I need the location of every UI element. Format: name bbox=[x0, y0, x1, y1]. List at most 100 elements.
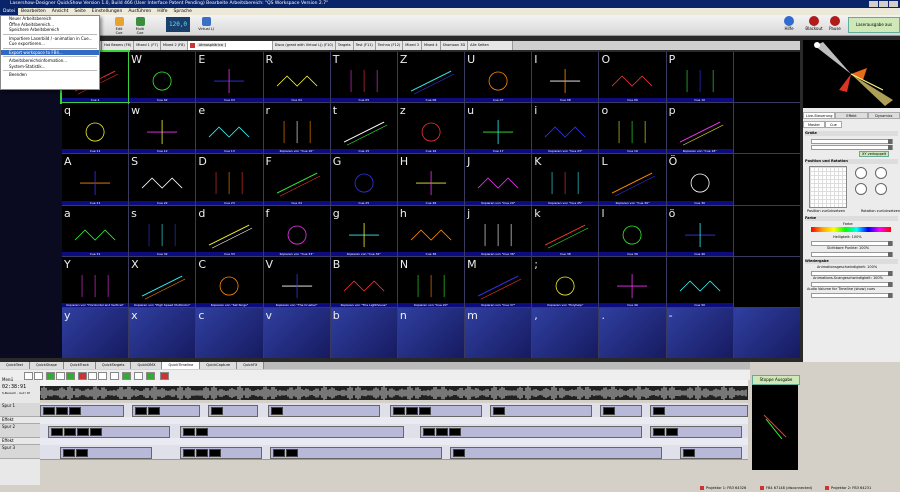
file-menu-item-2[interactable]: Speichere Arbeitsbereich bbox=[1, 27, 99, 33]
tab-effect[interactable]: Effekt bbox=[835, 112, 868, 119]
cue-cell[interactable]: f Kopieren von "Cue 33" bbox=[263, 205, 330, 256]
cue-cell[interactable]: j Kopieren von "Cue 36" bbox=[465, 205, 532, 256]
timeline-clip[interactable] bbox=[390, 405, 482, 417]
laser-output-button[interactable]: Laserausgabe aus bbox=[848, 17, 900, 33]
cue-cell[interactable]: H Cue 26 bbox=[397, 154, 465, 205]
cue-cell[interactable] bbox=[733, 154, 800, 205]
bottom-tab-6[interactable]: QuickCapture bbox=[200, 362, 238, 369]
bottom-tab-0[interactable]: QuickText bbox=[0, 362, 30, 369]
tab-page-9[interactable]: Mixed 3 bbox=[403, 41, 422, 50]
rotation-x-knob[interactable] bbox=[855, 167, 867, 179]
cue-cell[interactable] bbox=[733, 256, 800, 307]
timeline-clip[interactable] bbox=[40, 405, 124, 417]
size-x-slider[interactable] bbox=[811, 139, 893, 144]
cursor-icon[interactable] bbox=[34, 372, 43, 380]
settings-icon[interactable] bbox=[134, 372, 143, 380]
rotation-z-knob[interactable] bbox=[855, 183, 867, 195]
tab-page-11[interactable]: Shomoon 3D bbox=[440, 41, 469, 50]
cue-cell[interactable]: U Cue 07 bbox=[465, 52, 532, 103]
cue-cell[interactable]: k Cue 38 bbox=[532, 205, 599, 256]
cue-cell[interactable]: V Kopieren von "The Crusher" bbox=[263, 256, 330, 307]
cue-cell[interactable]: D Cue 23 bbox=[196, 154, 263, 205]
file-menu-item-4[interactable]: Cue exportieren... bbox=[1, 41, 99, 47]
cue-cell[interactable]: g Kopieren von "Cue 32" bbox=[330, 205, 397, 256]
cue-cell[interactable]: h Cue 36 bbox=[397, 205, 465, 256]
timeline-clip[interactable] bbox=[180, 426, 404, 438]
cue-cell[interactable]: K Kopieren von "Cue 25" bbox=[532, 154, 599, 205]
bottom-tab-4[interactable]: QuickDMX bbox=[131, 362, 163, 369]
menu-item-0[interactable]: Datei bbox=[0, 8, 19, 15]
forward-icon[interactable] bbox=[66, 372, 75, 380]
tab-atmospherica[interactable]: Atmosphärica bbox=[187, 41, 273, 50]
timeline-clip[interactable] bbox=[180, 447, 262, 459]
timeline-clip[interactable] bbox=[650, 405, 748, 417]
cue-cell[interactable]: J Kopieren von "Cue 29" bbox=[465, 154, 532, 205]
tab-master[interactable]: Master bbox=[803, 121, 825, 128]
cue-cell[interactable]: o Cue 19 bbox=[599, 103, 666, 154]
cue-cell[interactable]: x bbox=[129, 307, 196, 358]
cue-cell[interactable]: S Cue 22 bbox=[129, 154, 196, 205]
cue-cell[interactable]: w Cue 12 bbox=[129, 103, 196, 154]
file-menu-item-8[interactable]: Beenden bbox=[1, 72, 99, 78]
snap-icon[interactable] bbox=[110, 372, 119, 380]
cue-cell[interactable]: M Kopieren von "Cue 37" bbox=[465, 256, 532, 307]
cue-cell[interactable]: b bbox=[330, 307, 397, 358]
bpm-display[interactable]: 120,0 bbox=[166, 17, 190, 32]
loop-icon[interactable] bbox=[98, 372, 107, 380]
timeline-clip[interactable] bbox=[48, 426, 170, 438]
cue-cell[interactable] bbox=[733, 52, 800, 103]
color-gradient-bar[interactable] bbox=[811, 227, 891, 232]
cue-cell[interactable]: s Cue 32 bbox=[129, 205, 196, 256]
record-icon[interactable] bbox=[78, 372, 87, 380]
edit-cue-button[interactable]: Edit Cue bbox=[112, 16, 126, 35]
menu-item-2[interactable]: Ansicht bbox=[49, 8, 72, 15]
reset-position-button[interactable]: Position zurücksetzen bbox=[807, 209, 845, 213]
cue-cell[interactable] bbox=[733, 103, 800, 154]
timeline-clip[interactable] bbox=[270, 447, 442, 459]
cue-cell[interactable]: r Kopieren von "Cue 16" bbox=[263, 103, 330, 154]
cue-cell[interactable]: W Cue 02 bbox=[129, 52, 196, 103]
timeline-clip[interactable] bbox=[450, 447, 662, 459]
cue-cell[interactable]: i Kopieren von "Cue 23" bbox=[532, 103, 599, 154]
timeline-clip[interactable] bbox=[60, 447, 152, 459]
tab-page-10[interactable]: Mixed 4 bbox=[421, 41, 441, 50]
cue-cell[interactable]: d Cue 33 bbox=[196, 205, 263, 256]
color-section-header[interactable]: Farbe bbox=[805, 216, 898, 221]
tab-live-control[interactable]: Live-Steuerung bbox=[803, 112, 836, 119]
cue-cell[interactable]: Cue 50 bbox=[666, 256, 733, 307]
cue-cell[interactable]: Ö Cue 30 bbox=[666, 154, 733, 205]
cue-cell[interactable]: B Kopieren von "The Lighthouse" bbox=[330, 256, 397, 307]
cue-cell[interactable]: T Cue 05 bbox=[330, 52, 397, 103]
cue-cell[interactable]: t Cue 15 bbox=[330, 103, 397, 154]
bottom-tab-2[interactable]: QuickTrack bbox=[63, 362, 96, 369]
cue-cell[interactable]: N Kopieren von "Cue 20" bbox=[397, 256, 465, 307]
cue-cell[interactable]: C Kopieren von "Set Sings" bbox=[196, 256, 263, 307]
cue-cell[interactable]: z Cue 16 bbox=[397, 103, 465, 154]
cue-cell[interactable]: L Kopieren von "Cue 30" bbox=[599, 154, 666, 205]
timeline-clip[interactable] bbox=[490, 405, 592, 417]
timeline-clip[interactable] bbox=[208, 405, 258, 417]
bottom-tab-5[interactable]: QuickTimeline bbox=[162, 362, 201, 369]
tab-page-2[interactable]: Hot Beams (F6) bbox=[101, 41, 135, 50]
cue-cell[interactable]: . bbox=[599, 307, 666, 358]
menu-item-1[interactable]: Bearbeiten bbox=[18, 8, 49, 15]
menu-item-3[interactable]: Seite bbox=[71, 8, 88, 15]
cue-cell[interactable]: m bbox=[465, 307, 532, 358]
cue-cell[interactable] bbox=[733, 205, 800, 256]
track-effect-2[interactable]: Effekt bbox=[0, 438, 40, 445]
cue-cell[interactable]: E Cue 03 bbox=[196, 52, 263, 103]
file-menu-item-7[interactable]: System-Statistik... bbox=[1, 64, 99, 70]
track-1-lane[interactable] bbox=[40, 403, 748, 418]
tab-page-4[interactable]: Mixed 2 (F8) bbox=[161, 41, 188, 50]
add-track-icon[interactable] bbox=[122, 372, 131, 380]
cue-cell[interactable]: l Cue 39 bbox=[599, 205, 666, 256]
cue-cell[interactable]: a Cue 31 bbox=[62, 205, 129, 256]
help-button[interactable]: Hilfe bbox=[782, 16, 796, 33]
menu-item-6[interactable]: Hilfe bbox=[154, 8, 170, 15]
cue-cell[interactable]: Z Cue 06 bbox=[397, 52, 465, 103]
track-header-2[interactable]: Spur 2 bbox=[0, 424, 40, 438]
bottom-tab-1[interactable]: QuickShape bbox=[29, 362, 64, 369]
cue-cell[interactable]: - bbox=[666, 307, 733, 358]
blackout-button[interactable]: Blackout bbox=[805, 16, 823, 33]
cue-cell[interactable]: n bbox=[397, 307, 465, 358]
